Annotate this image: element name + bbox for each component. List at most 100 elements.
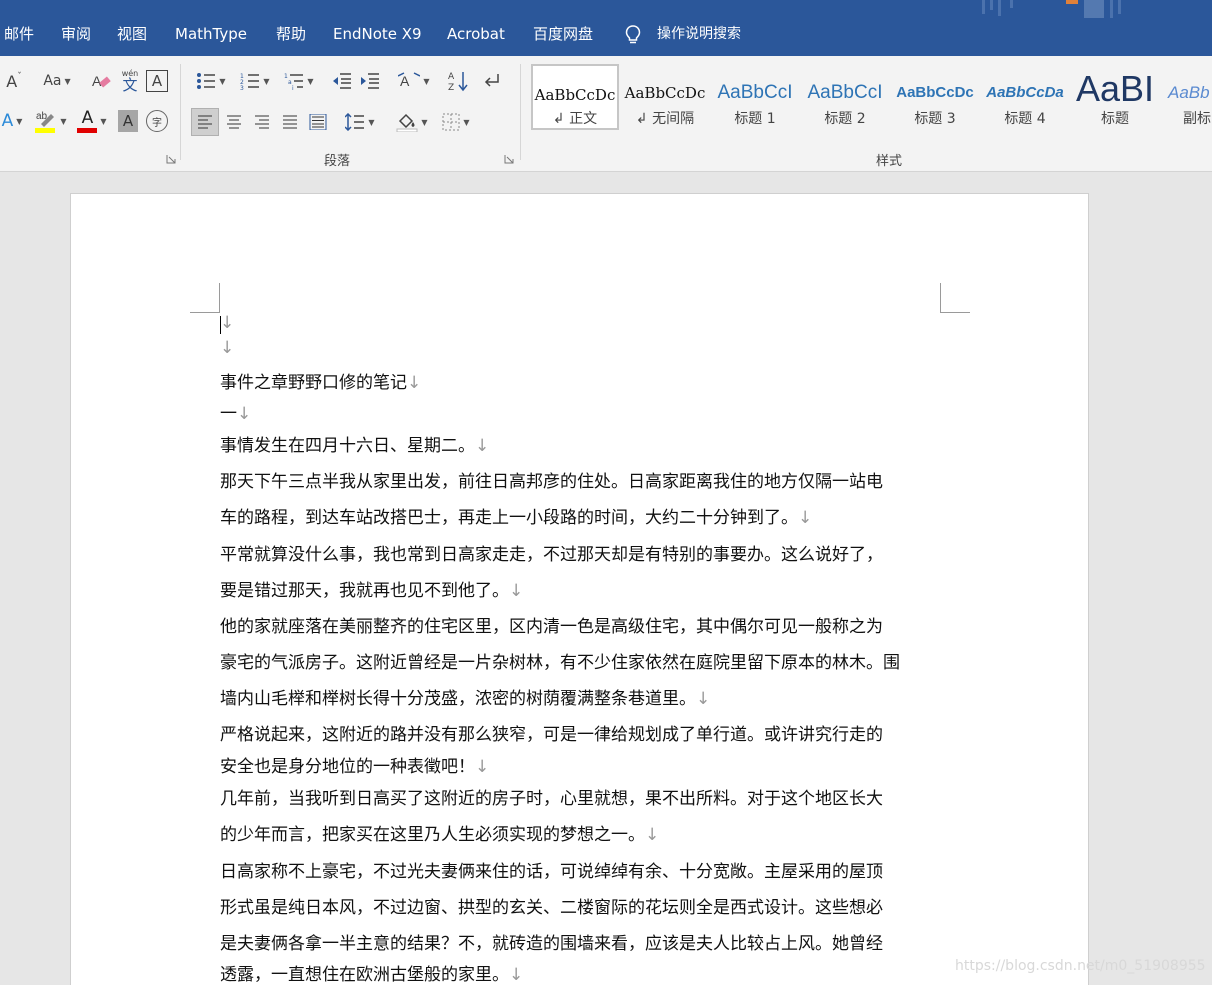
menu-tab-review[interactable]: 审阅 — [61, 24, 91, 44]
paint-bucket-icon — [396, 113, 418, 132]
chevron-down-icon: ▼ — [219, 76, 226, 86]
phonetic-guide-button[interactable]: wén 文 — [118, 66, 142, 96]
menu-tab-acrobat[interactable]: Acrobat — [447, 24, 505, 44]
bullets-button[interactable]: ▼ — [192, 68, 230, 94]
menu-tab-mailings[interactable]: 邮件 — [4, 24, 34, 44]
svg-text:A: A — [400, 73, 410, 89]
numbering-button[interactable]: 123 ▼ — [236, 68, 274, 94]
chevron-down-icon: ▼ — [368, 117, 375, 127]
paragraph-line[interactable]: 是夫妻俩各拿一半主意的结果？不，就砖造的围墙来看，应该是夫人比较占上风。她曾经 — [220, 929, 883, 954]
chevron-down-icon: ▼ — [16, 116, 23, 126]
distributed-button[interactable] — [306, 108, 330, 136]
menu-bar: 邮件 审阅 视图 MathType 帮助 EndNote X9 Acrobat … — [0, 0, 1212, 56]
multilevel-list-icon: 1ai — [284, 73, 304, 90]
tell-me-search[interactable]: 操作说明搜索 — [657, 24, 741, 44]
align-right-button[interactable] — [250, 108, 274, 136]
style-title[interactable]: AaBI 标题 — [1071, 64, 1159, 130]
chevron-down-icon: ▼ — [307, 76, 314, 86]
paragraph-line[interactable]: 几年前，当我听到日高买了这附近的房子时，心里就想，果不出所料。对于这个地区长大 — [220, 784, 883, 809]
increase-indent-button[interactable] — [358, 68, 382, 94]
enclose-characters-button[interactable]: 字 — [146, 110, 168, 132]
paragraph-mark: ↓ — [237, 404, 252, 424]
chevron-down-icon: ▼ — [423, 76, 430, 86]
text-highlight-color-button[interactable]: ab ▼ — [30, 106, 70, 136]
justify-icon — [283, 115, 297, 129]
paragraph[interactable]: 一↓ — [220, 399, 251, 424]
paragraph-line[interactable]: 豪宅的气派房子。这附近曾经是一片杂树林，有不少住家依然在庭院里留下原本的林木。围 — [220, 648, 900, 673]
paragraph-line[interactable]: 形式虽是纯日本风，不过边窗、拱型的玄关、二楼窗际的花坛则全是西式设计。这些想必 — [220, 893, 883, 918]
multilevel-list-button[interactable]: 1ai ▼ — [280, 68, 318, 94]
svg-text:Z: Z — [448, 83, 454, 92]
align-center-button[interactable] — [222, 108, 246, 136]
menu-tab-view[interactable]: 视图 — [117, 24, 147, 44]
character-shading-button[interactable]: A — [118, 110, 138, 132]
paragraph-line[interactable]: 那天下午三点半我从家里出发，前往日高邦彦的住处。日高家距离我住的地方仅隔一站电 — [220, 467, 883, 492]
align-left-button[interactable] — [191, 108, 219, 136]
style-heading-1[interactable]: AaBbCcI 标题 1 — [711, 64, 799, 130]
paragraph-dialog-launcher-icon[interactable] — [504, 154, 514, 164]
style-normal[interactable]: AaBbCcDc ↲ 正文 — [531, 64, 619, 130]
clear-formatting-button[interactable]: A — [90, 68, 112, 94]
chevron-down-icon: ▼ — [100, 116, 107, 126]
borders-button[interactable]: ▼ — [436, 108, 476, 136]
menu-tab-baidu-netdisk[interactable]: 百度网盘 — [533, 24, 593, 44]
svg-text:i: i — [292, 85, 294, 90]
paragraph-line[interactable]: 的少年而言，把家买在这里乃人生必须实现的梦想之一。↓ — [220, 820, 659, 845]
paragraph[interactable]: ↓ — [220, 313, 234, 333]
align-center-icon — [227, 115, 241, 129]
margin-corner-top-right — [940, 283, 970, 313]
character-border-button[interactable]: A — [146, 70, 168, 92]
decrease-indent-icon — [333, 73, 351, 89]
menu-tab-endnote[interactable]: EndNote X9 — [333, 24, 422, 44]
numbered-list-icon: 123 — [240, 73, 260, 90]
paragraph-line[interactable]: 墙内山毛榉和榉树长得十分茂盛，浓密的树荫覆满整条巷道里。↓ — [220, 684, 710, 709]
paragraph-mark: ↓ — [696, 689, 711, 709]
text-effects-button[interactable]: A ▼ — [0, 108, 24, 134]
style-heading-4[interactable]: AaBbCcDa 标题 4 — [981, 64, 1069, 130]
svg-text:A: A — [92, 73, 102, 89]
asian-layout-button[interactable]: A ▼ — [394, 68, 434, 94]
paragraph-line[interactable]: 透露，一直想住在欧洲古堡般的家里。↓ — [220, 960, 523, 985]
paragraph-line[interactable]: 他的家就座落在美丽整齐的住宅区里，区内清一色是高级住宅，其中偶尔可见一般称之为 — [220, 612, 883, 637]
margin-corner-top-left — [190, 283, 220, 313]
line-spacing-button[interactable]: ▼ — [340, 108, 380, 136]
shading-button[interactable]: ▼ — [392, 108, 432, 136]
decrease-indent-button[interactable] — [330, 68, 354, 94]
line-spacing-icon — [345, 113, 365, 131]
chevron-down-icon: ▼ — [60, 116, 67, 126]
paragraph-mark: ↓ — [407, 373, 422, 393]
paragraph-line[interactable]: 日高家称不上豪宅，不过光夫妻俩来住的话，可说绰绰有余、十分宽敞。主屋采用的屋顶 — [220, 857, 883, 882]
paragraph-line[interactable]: 车的路程，到达车站改搭巴士，再走上一小段路的时间，大约二十分钟到了。↓ — [220, 503, 812, 528]
sort-icon: AZ — [448, 72, 468, 92]
align-right-icon — [255, 115, 269, 129]
lightbulb-icon[interactable] — [624, 24, 642, 46]
menu-tab-help[interactable]: 帮助 — [276, 24, 306, 44]
paragraph-mark: ↓ — [475, 757, 490, 777]
paragraph[interactable]: 事情发生在四月十六日、星期二。↓ — [220, 431, 489, 456]
paragraph-line[interactable]: 严格说起来，这附近的路并没有那么狭窄，可是一律给规划成了单行道。或许讲究行走的 — [220, 720, 883, 745]
style-heading-2[interactable]: AaBbCcI 标题 2 — [801, 64, 889, 130]
show-paragraph-marks-button[interactable] — [480, 68, 504, 94]
justify-button[interactable] — [278, 108, 302, 136]
sort-button[interactable]: AZ — [446, 68, 470, 94]
paragraph[interactable]: 事件之章野野口修的笔记↓ — [220, 368, 421, 393]
style-no-spacing[interactable]: AaBbCcDc ↲ 无间隔 — [621, 64, 709, 130]
paragraph-mark: ↓ — [509, 965, 524, 985]
menu-tab-mathtype[interactable]: MathType — [175, 24, 247, 44]
paragraph-line[interactable]: 安全也是身分地位的一种表徵吧！↓ — [220, 752, 489, 777]
chevron-down-icon: ▼ — [463, 117, 470, 127]
chevron-down-icon: ▼ — [263, 76, 270, 86]
bullet-list-icon — [197, 73, 216, 89]
paragraph-line[interactable]: 平常就算没什么事，我也常到日高家走走，不过那天却是有特别的事要办。这么说好了， — [220, 540, 883, 565]
style-heading-3[interactable]: AaBbCcDc 标题 3 — [891, 64, 979, 130]
font-color-button[interactable]: A ▼ — [74, 106, 110, 136]
font-dialog-launcher-icon[interactable] — [166, 154, 176, 164]
paragraph[interactable]: ↓ — [220, 338, 234, 358]
style-subtitle[interactable]: AaBb 副标 — [1161, 64, 1212, 130]
svg-text:A: A — [448, 72, 455, 82]
decrease-font-size-button[interactable]: Aˇ — [4, 68, 24, 94]
paragraph-line[interactable]: 要是错过那天，我就再也见不到他了。↓ — [220, 576, 523, 601]
chevron-down-icon: ▼ — [64, 76, 71, 86]
change-case-button[interactable]: Aa ▼ — [38, 68, 76, 94]
increase-indent-icon — [361, 73, 379, 89]
